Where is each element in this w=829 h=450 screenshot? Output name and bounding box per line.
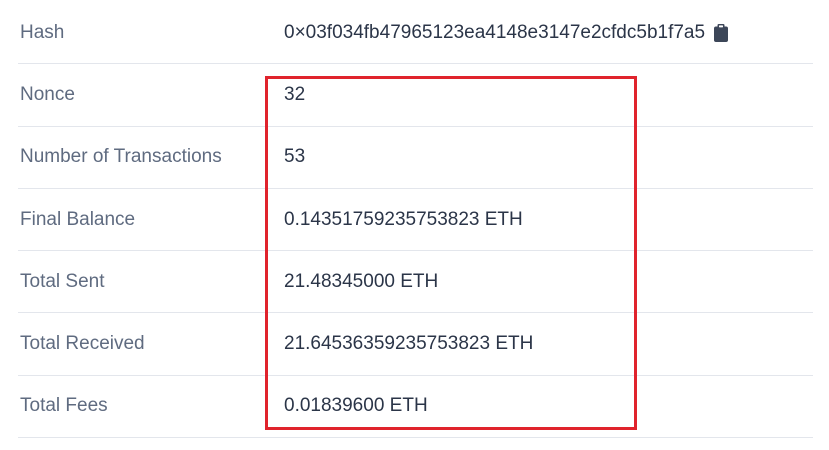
total-fees-value: 0.01839600 ETH	[284, 395, 428, 417]
nonce-label: Nonce	[20, 83, 75, 105]
hash-value-wrapper: 0×03f034fb47965123ea4148e3147e2cfdc5b1f7…	[284, 22, 729, 44]
total-received-value: 21.64536359235753823 ETH	[284, 333, 534, 355]
nonce-row: Nonce 32	[18, 64, 813, 127]
total-fees-label: Total Fees	[20, 395, 108, 417]
hash-value[interactable]: 0×03f034fb47965123ea4148e3147e2cfdc5b1f7…	[284, 22, 705, 44]
transactions-count-label: Number of Transactions	[20, 146, 222, 168]
address-details-table: Hash 0×03f034fb47965123ea4148e3147e2cfdc…	[18, 2, 813, 439]
total-sent-label: Total Sent	[20, 270, 105, 292]
total-received-row: Total Received 21.64536359235753823 ETH	[18, 313, 813, 376]
final-balance-label: Final Balance	[20, 208, 136, 230]
total-fees-row: Total Fees 0.01839600 ETH	[18, 376, 813, 439]
final-balance-row: Final Balance 0.14351759235753823 ETH	[18, 189, 813, 252]
transactions-count-value: 53	[284, 146, 306, 168]
clipboard-icon[interactable]	[714, 23, 729, 42]
final-balance-value: 0.14351759235753823 ETH	[284, 208, 523, 230]
total-received-label: Total Received	[20, 333, 145, 355]
total-sent-row: Total Sent 21.48345000 ETH	[18, 251, 813, 314]
total-sent-value: 21.48345000 ETH	[284, 270, 439, 292]
nonce-value: 32	[284, 83, 306, 105]
hash-label: Hash	[20, 21, 65, 43]
hash-row: Hash 0×03f034fb47965123ea4148e3147e2cfdc…	[18, 2, 813, 65]
transactions-count-row: Number of Transactions 53	[18, 127, 813, 189]
